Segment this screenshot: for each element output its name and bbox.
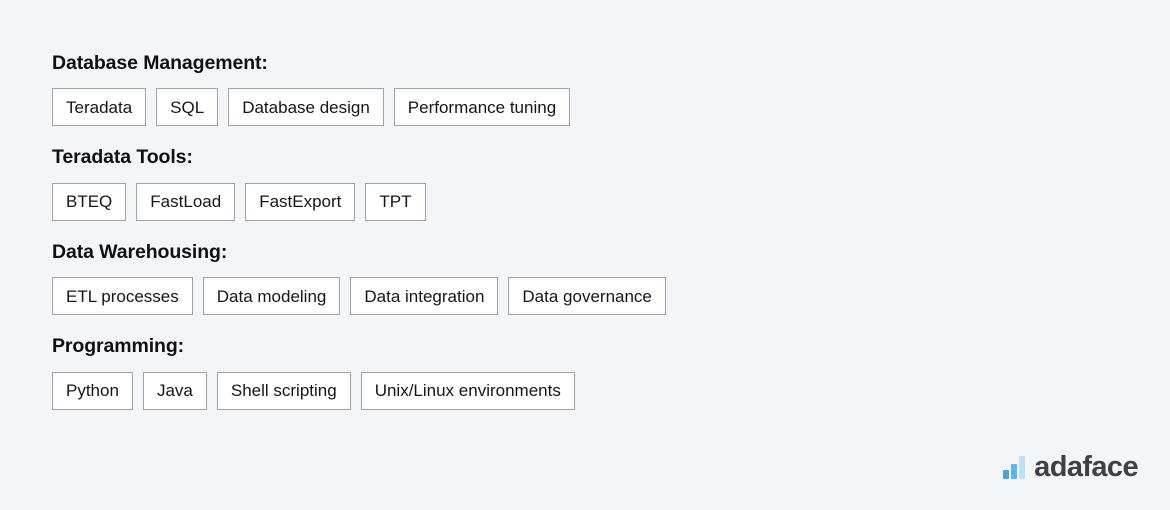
- skill-tag: Data integration: [350, 277, 499, 316]
- skill-tag: FastLoad: [136, 182, 236, 221]
- skill-tag: Data modeling: [202, 277, 341, 316]
- section-heading: Programming:: [52, 335, 185, 358]
- skill-section: Database Management: Teradata SQL Database …: [52, 52, 1170, 127]
- tag-row: Python Java Shell scripting Unix/Linux envi…: [52, 371, 1170, 410]
- skill-tag: FastExport: [245, 182, 356, 221]
- skills-page: Database Management: Teradata SQL Database …: [0, 0, 1170, 510]
- tag-row: ETL processes Data modeling Data integrati…: [52, 277, 1170, 316]
- skill-tag: Unix/Linux environments: [360, 371, 575, 410]
- skill-tag: Performance tuning: [393, 88, 571, 127]
- skill-tag: TPT: [365, 182, 426, 221]
- logo-wordmark: adaface: [1034, 451, 1138, 483]
- skill-tag: SQL: [156, 88, 219, 127]
- tag-row: Teradata SQL Database design Performance tu…: [52, 88, 1170, 127]
- logo-bar-3: [1019, 456, 1026, 479]
- logo-bar-1: [1003, 470, 1010, 479]
- skill-sections: Database Management: Teradata SQL Database …: [52, 52, 1170, 410]
- section-heading: Teradata Tools:: [52, 146, 193, 169]
- section-heading: Database Management:: [52, 52, 268, 74]
- skill-section: Teradata Tools: BTEQ FastLoad FastExport TPT: [52, 146, 1170, 221]
- logo-bar-2: [1011, 464, 1018, 479]
- skill-tag: Database design: [228, 88, 384, 127]
- skill-tag: Data governance: [508, 277, 666, 316]
- adaface-logo: adaface: [1003, 451, 1139, 483]
- skill-tag: BTEQ: [52, 182, 127, 221]
- skill-tag: Java: [142, 371, 207, 410]
- skill-section: Programming: Python Java Shell scripting Uni…: [52, 335, 1170, 410]
- bar-chart-logo-icon: [1003, 456, 1026, 482]
- skill-tag: Python: [52, 371, 133, 410]
- skill-section: Data Warehousing: ETL processes Data model…: [52, 240, 1170, 316]
- tag-row: BTEQ FastLoad FastExport TPT: [52, 182, 1170, 221]
- skill-tag: Shell scripting: [216, 371, 351, 410]
- skill-tag: Teradata: [52, 88, 147, 127]
- section-heading: Data Warehousing:: [52, 240, 228, 263]
- skill-tag: ETL processes: [52, 277, 193, 316]
